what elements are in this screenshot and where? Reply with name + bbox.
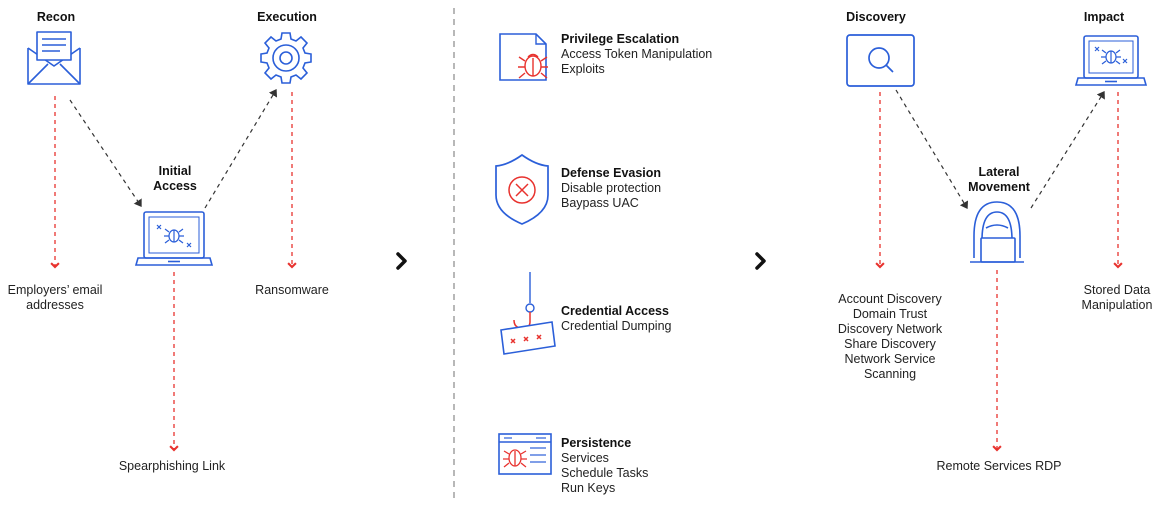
recon-to-initial-arrow [69, 99, 142, 207]
tactic-item: Services [561, 451, 609, 465]
initial-access-note: Spearphishing Link [118, 459, 226, 473]
tactic-persistence: Persistence Services Schedule Tasks Run … [561, 436, 648, 496]
recon-note-line1: Employers’ email [7, 283, 103, 297]
discovery-item: Scanning [863, 367, 917, 381]
chevron-right-icon [396, 252, 407, 270]
discovery-item: Network Service [844, 352, 936, 366]
impact-note: Stored Data Manipulation [1082, 283, 1153, 313]
laptop-bug-icon [1074, 35, 1148, 86]
window-bug-icon [498, 433, 552, 475]
discovery-items: Account Discovery Domain Trust Discovery… [838, 292, 942, 382]
shield-x-icon [495, 153, 549, 225]
tactic-privilege-escalation: Privilege Escalation Access Token Manipu… [561, 32, 712, 77]
execution-note: Ransomware [255, 283, 329, 297]
discovery-item: Share Discovery [844, 337, 936, 351]
tactic-item: Access Token Manipulation [561, 47, 713, 61]
discovery-to-lateral-arrow [895, 89, 969, 210]
lateral-movement-title: Lateral Movement [968, 165, 1030, 195]
lateral-movement-title-line2: Movement [968, 180, 1030, 194]
discovery-item: Account Discovery [838, 292, 942, 306]
initial-access-title: Initial Access [153, 164, 197, 194]
gear-icon [260, 32, 312, 84]
tactic-item: Baypass UAC [561, 196, 639, 210]
tactic-item: Credential Dumping [561, 319, 672, 333]
tactic-item: Exploits [561, 62, 605, 76]
initial-to-execution-arrow [204, 88, 278, 209]
recon-note: Employers’ email addresses [8, 283, 103, 313]
impact-note-line2: Manipulation [1081, 298, 1153, 312]
initial-access-title-line1: Initial [158, 164, 192, 178]
recon-title: Recon [36, 10, 76, 24]
laptop-bug-icon [134, 211, 214, 266]
impact-title: Impact [1083, 10, 1125, 24]
tactic-item: Disable protection [561, 181, 662, 195]
lateral-movement-title-line1: Lateral [978, 165, 1020, 179]
lateral-to-impact-arrow [1030, 90, 1105, 209]
search-monitor-icon [846, 34, 915, 87]
tactic-item: Schedule Tasks [561, 466, 649, 480]
initial-access-title-line2: Access [153, 179, 197, 193]
tactic-title: Privilege Escalation [561, 32, 680, 46]
tactic-title: Credential Access [561, 304, 669, 318]
lateral-movement-note: Remote Services RDP [936, 459, 1062, 473]
document-bug-icon [499, 33, 548, 81]
hacker-icon [970, 201, 1024, 263]
envelope-icon [27, 31, 81, 85]
discovery-item: Domain Trust [852, 307, 928, 321]
chevron-right-icon [755, 252, 766, 270]
impact-note-line1: Stored Data [1083, 283, 1151, 297]
tactic-title: Persistence [561, 436, 632, 450]
tactic-title: Defense Evasion [561, 166, 662, 180]
tactic-defense-evasion: Defense Evasion Disable protection Baypa… [561, 166, 661, 211]
discovery-title: Discovery [846, 10, 906, 24]
password-phishing-icon [500, 272, 556, 355]
tactic-credential-access: Credential Access Credential Dumping [561, 304, 671, 334]
execution-title: Execution [257, 10, 317, 24]
recon-note-line2: addresses [26, 298, 84, 312]
discovery-item: Discovery Network [837, 322, 943, 336]
tactic-item: Run Keys [561, 481, 616, 495]
